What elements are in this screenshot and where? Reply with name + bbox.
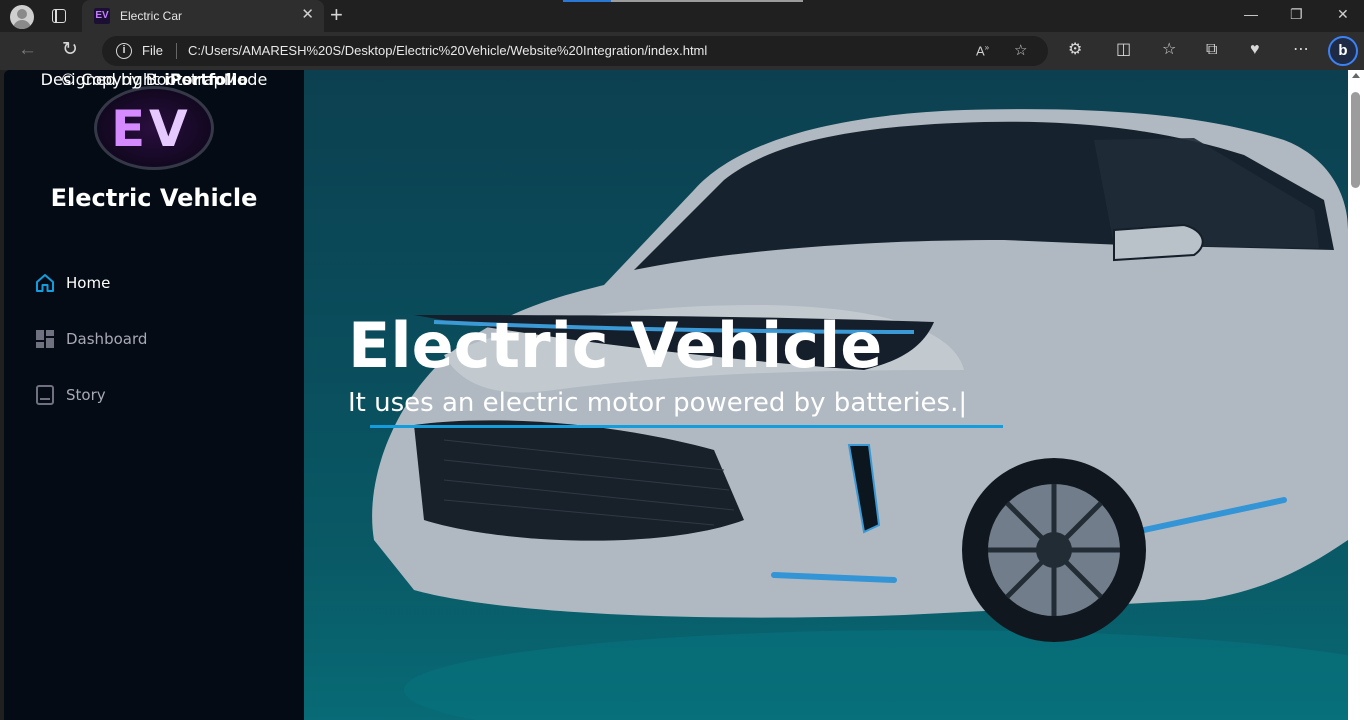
sidebar-item-label: Home [66,274,111,292]
split-screen-icon[interactable]: ◫ [1116,41,1131,59]
tab-title: Electric Car [120,9,183,23]
read-aloud-icon[interactable]: A» [976,43,989,58]
sidebar-item-label: Story [66,386,106,404]
restore-button[interactable]: ❐ [1290,6,1303,23]
hero-title: Electric Vehicle [348,309,883,382]
bing-copilot-icon[interactable]: b [1328,36,1358,66]
dashboard-icon [36,330,54,348]
sidebar-item-dashboard[interactable]: Dashboard [34,326,274,354]
sidebar: E V Electric Vehicle Home Dashboard Stor… [4,70,304,720]
load-progress-bar [563,0,803,2]
favorite-star-icon[interactable]: ☆ [1014,41,1027,59]
browser-essentials-icon[interactable]: ♥ [1250,41,1260,59]
bootstrapmade-link[interactable]: BootstrapMade [146,70,268,89]
hero-subtitle: It uses an electric motor powered by bat… [348,388,968,418]
tab-close-icon[interactable]: ✕ [301,7,314,23]
browser-tab-bar: EV Electric Car ✕ + — ❐ ✕ [0,0,1364,32]
sidebar-item-label: Dashboard [66,330,148,348]
scroll-up-arrow-icon[interactable] [1352,73,1360,78]
brand-title[interactable]: Electric Vehicle [4,184,304,212]
tab-actions-icon[interactable] [48,6,70,26]
info-icon[interactable]: i [116,43,132,59]
favorites-icon[interactable]: ☆ [1162,41,1176,59]
file-scheme-label: File [142,43,163,58]
url-text[interactable]: C:/Users/AMARESH%20S/Desktop/Electric%20… [188,43,707,58]
sidebar-item-home[interactable]: Home [34,270,274,298]
new-tab-button[interactable]: + [330,3,343,27]
collections-icon[interactable]: ⧉ [1206,41,1217,59]
footer-credits: Designed by BootstrapMade [4,70,304,89]
designed-by-prefix: Designed by [40,70,146,89]
browser-toolbar: ← ↻ i File C:/Users/AMARESH%20S/Desktop/… [0,32,1364,70]
page-scrollbar[interactable] [1348,70,1364,720]
logo-letter-v: V [149,100,188,158]
page-viewport: E V Electric Vehicle Home Dashboard Stor… [4,70,1348,720]
profile-avatar-icon[interactable] [10,5,34,29]
tab-favicon-icon: EV [94,8,110,24]
logo-letter-e: E [111,100,146,158]
refresh-icon[interactable]: ↻ [62,40,78,60]
url-divider [176,43,177,59]
sidebar-item-story[interactable]: Story [34,382,274,410]
address-bar[interactable]: i File C:/Users/AMARESH%20S/Desktop/Elec… [102,36,1048,66]
scroll-thumb[interactable] [1351,92,1360,188]
home-icon [36,274,54,292]
typed-underline [370,425,1003,428]
browser-tab[interactable]: EV Electric Car ✕ [82,0,324,32]
extensions-icon[interactable]: ⚙ [1068,41,1082,59]
close-window-button[interactable]: ✕ [1337,6,1349,23]
minimize-button[interactable]: — [1244,6,1258,22]
book-icon [36,385,54,405]
hero-section: Electric Vehicle It uses an electric mot… [304,70,1348,720]
ev-logo[interactable]: E V [94,86,214,170]
more-options-icon[interactable]: ⋯ [1293,41,1309,59]
back-arrow-icon[interactable]: ← [18,40,37,60]
